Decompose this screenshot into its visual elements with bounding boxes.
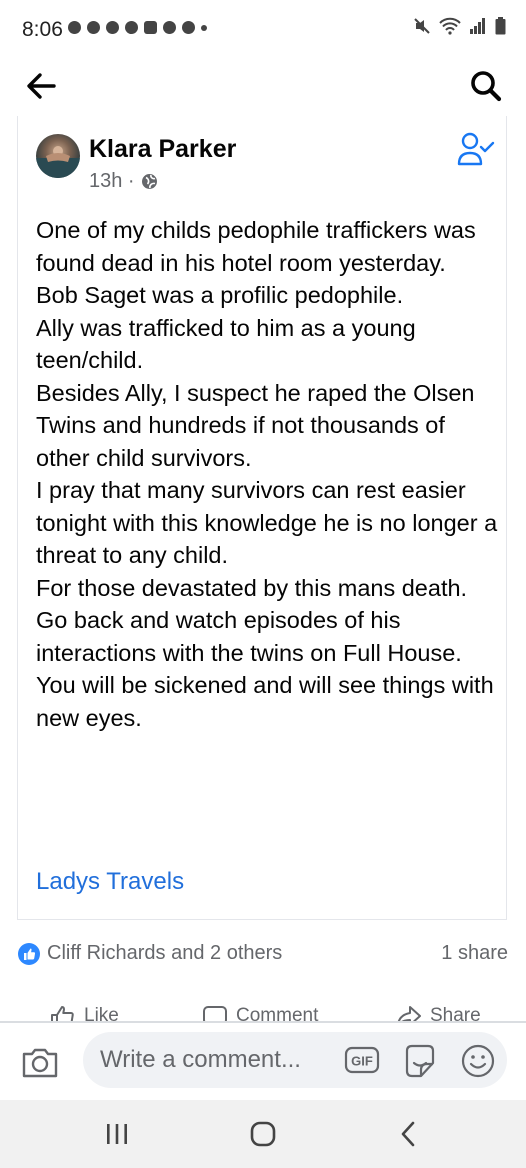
camera-button[interactable] <box>20 1043 60 1083</box>
chat-icon <box>144 21 157 34</box>
comment-placeholder: Write a comment... <box>100 1046 301 1073</box>
emoji-icon <box>461 1044 495 1078</box>
facebook-icon <box>163 21 176 34</box>
settings-icon <box>68 21 81 34</box>
post-line: You will be sickened and will see things… <box>36 672 494 731</box>
messenger-icon <box>125 21 138 34</box>
person-check-icon <box>457 132 495 166</box>
post-time[interactable]: 13h · <box>89 170 135 193</box>
back-button[interactable] <box>20 64 64 108</box>
reaction-names[interactable]: Cliff Richards and 2 others <box>47 942 282 965</box>
emoji-button[interactable] <box>460 1043 496 1079</box>
share-count[interactable]: 1 share <box>441 942 508 965</box>
post-line: Bob Saget was a profilic pedophile. <box>36 282 404 308</box>
battery-icon <box>495 17 506 35</box>
post-line: Ally was trafficked to him as a young te… <box>36 314 416 374</box>
search-button[interactable] <box>464 64 508 108</box>
arrow-left-icon <box>27 73 56 99</box>
search-icon <box>471 71 502 102</box>
post-text: One of my childs pedophile traffickers w… <box>36 214 498 734</box>
sticker-button[interactable] <box>401 1043 439 1079</box>
share-label: Share <box>430 1005 481 1022</box>
recents-button[interactable] <box>100 1118 134 1150</box>
follow-button[interactable] <box>456 130 496 170</box>
messenger-icon <box>106 21 119 34</box>
mute-icon <box>414 18 430 34</box>
comment-input[interactable]: Write a comment... GIF <box>83 1032 507 1088</box>
home-button[interactable] <box>246 1118 280 1150</box>
like-button[interactable]: Like <box>50 1004 119 1022</box>
gif-button[interactable]: GIF <box>344 1045 380 1075</box>
post-meta: 13h · <box>89 170 158 193</box>
camera-icon <box>22 1048 58 1078</box>
back-nav-button[interactable] <box>392 1118 426 1150</box>
post-line: Besides Ally, I suspect he raped the Ols… <box>36 379 475 471</box>
messenger-icon <box>87 21 100 34</box>
post-card: Klara Parker 13h · One of my childs pedo… <box>17 116 507 920</box>
dot-icon <box>201 24 207 31</box>
notification-icons <box>68 21 207 34</box>
comment-label: Comment <box>236 1005 319 1022</box>
thumbs-up-icon <box>51 1006 74 1022</box>
post-line: Go back and watch episodes of his intera… <box>36 607 462 666</box>
chevron-left-icon <box>401 1121 415 1147</box>
post-line: For those devastated by this mans death. <box>36 574 468 601</box>
system-icons <box>413 17 506 35</box>
signal-icon <box>470 18 485 34</box>
post-line: I pray that many survivors can rest easi… <box>36 477 498 568</box>
page-link[interactable]: Ladys Travels <box>36 868 184 896</box>
author-name[interactable]: Klara Parker <box>89 135 236 164</box>
like-label: Like <box>84 1005 119 1022</box>
post-line: One of my childs pedophile traffickers w… <box>36 217 476 276</box>
like-reaction-icon <box>18 943 40 965</box>
system-nav-bar <box>0 1100 526 1168</box>
share-button[interactable]: Share <box>396 1004 481 1022</box>
action-bar: Like Comment Share <box>0 998 526 1022</box>
reactions-bar: Cliff Richards and 2 others 1 share <box>0 935 526 975</box>
recents-icon <box>107 1124 127 1144</box>
avatar[interactable] <box>36 134 80 178</box>
gif-label: GIF <box>351 1054 373 1069</box>
avatar-image <box>36 146 80 178</box>
comment-composer: Write a comment... GIF <box>0 1023 526 1100</box>
comment-button[interactable]: Comment <box>202 1004 318 1022</box>
status-time: 8:06 <box>22 18 63 41</box>
status-bar: 8:06 <box>0 0 526 60</box>
sticker-icon <box>405 1044 435 1078</box>
facebook-icon <box>182 21 195 34</box>
gif-icon: GIF <box>344 1046 380 1074</box>
wifi-icon <box>439 17 461 35</box>
home-icon <box>250 1121 276 1147</box>
globe-icon <box>141 174 157 189</box>
app-bar <box>0 60 526 116</box>
share-arrow-icon <box>397 1006 421 1022</box>
comment-icon <box>203 1006 227 1022</box>
